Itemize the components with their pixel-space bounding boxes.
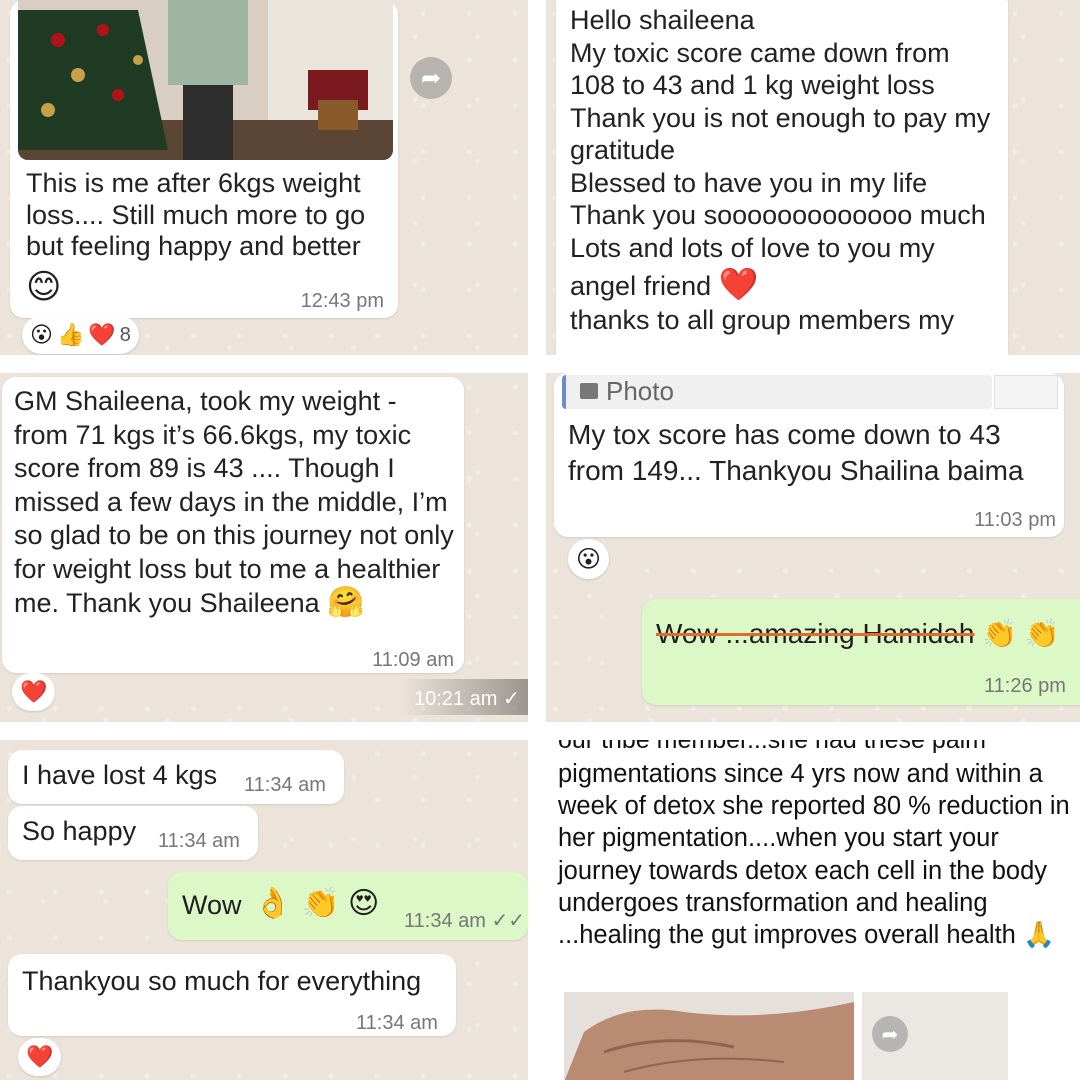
christmas-photo: [18, 0, 393, 160]
reaction-bar[interactable]: ❤️: [18, 1038, 62, 1076]
message-time: 11:09 am: [372, 649, 454, 671]
message-text: Thankyou so much for everything: [22, 966, 422, 996]
surprised-reaction-icon: 😮: [30, 322, 53, 347]
thumbs-up-reaction-icon: 👍: [56, 322, 85, 347]
message-time: 12:43 pm: [300, 290, 384, 312]
clapping-emoji-icon: 👏 👏: [982, 618, 1060, 649]
photo-caption: This is me after 6kgs weight loss.... St…: [26, 168, 366, 261]
hug-emoji-icon: 🤗: [327, 586, 365, 619]
smiley-emoji: 😊: [26, 268, 62, 306]
message-time: 11:34 am: [356, 1012, 438, 1034]
text-line: My toxic score came down from: [570, 37, 950, 68]
outgoing-reply-bubble[interactable]: Wow ...amazing Hamidah 👏 👏 11:26 pm: [642, 599, 1080, 705]
sent-status-bar: 10:21 am ✓: [400, 679, 528, 715]
reaction-bar[interactable]: 😮 👍 ❤️ 8: [22, 316, 139, 354]
weight-message-text: GM Shaileena, took my weight - from 71 k…: [14, 385, 454, 621]
panel-bottom-left: I have lost 4 kgs 11:34 am So happy 11:3…: [0, 740, 528, 1080]
text-line: 108 to 43 and 1 kg weight loss: [570, 70, 935, 100]
panel-top-left: This is me after 6kgs weight loss.... St…: [0, 0, 528, 355]
weight-message-bubble[interactable]: GM Shaileena, took my weight - from 71 k…: [2, 377, 464, 673]
palm-photo[interactable]: [564, 992, 854, 1080]
heart-reaction-icon: ❤️: [20, 679, 48, 704]
forward-arrow-icon[interactable]: ➦: [872, 1016, 908, 1052]
cut-off-text-line: our tribe member...she had these palm: [558, 740, 987, 754]
panel-top-right: Hello shaileena My toxic score came down…: [546, 0, 1080, 355]
clapping-emoji-icon: 👏: [302, 887, 340, 920]
text-line: Thank you sooooooooooooo much: [570, 200, 986, 230]
palm-photo-image: [564, 992, 854, 1080]
message-time: 11:26 pm: [984, 675, 1066, 697]
text-line: gratitude: [570, 135, 676, 165]
surprised-reaction-icon: 😮: [576, 545, 602, 573]
message-text: Wow: [182, 890, 242, 920]
reply-thumbnail[interactable]: [994, 375, 1058, 409]
message-text: I have lost 4 kgs: [22, 760, 218, 790]
reply-quote[interactable]: Photo: [562, 375, 992, 409]
text-line: thanks to all group members my: [570, 305, 955, 335]
panel-bottom-right: our tribe member...she had these palm pi…: [546, 740, 1080, 1080]
panel-middle-right: Photo My tox score has come down to 43 f…: [546, 373, 1080, 722]
panel-middle-left: GM Shaileena, took my weight - from 71 k…: [0, 373, 528, 722]
text-line: Hello shaileena: [570, 5, 755, 35]
heart-reaction-icon: ❤️: [88, 322, 116, 347]
tox-score-message-bubble[interactable]: Photo My tox score has come down to 43 f…: [554, 373, 1064, 537]
gratitude-text: Hello shaileena My toxic score came down…: [570, 4, 990, 337]
message-time: 11:34 am: [158, 830, 240, 852]
outgoing-message-bubble[interactable]: Wow 👌 👏 😍 11:34 am ✓✓: [168, 872, 528, 940]
message-text: GM Shaileena, took my weight - from 71 k…: [14, 386, 454, 618]
tox-score-text: My tox score has come down to 43 from 14…: [568, 419, 1024, 486]
reply-label: Photo: [606, 376, 674, 406]
reaction-bar[interactable]: 😮: [568, 539, 610, 579]
outgoing-reply-text: Wow ...amazing Hamidah 👏 👏: [656, 617, 1060, 650]
message-time: 11:03 pm: [974, 509, 1056, 531]
pigmentation-text: pigmentations since 4 yrs now and within…: [558, 758, 1078, 951]
photo-thumbnail[interactable]: [18, 0, 393, 160]
message-text: Wow ...amazing Hamidah: [656, 618, 975, 649]
gratitude-message-bubble[interactable]: Hello shaileena My toxic score came down…: [556, 0, 1008, 355]
text-line: angel friend: [570, 271, 712, 301]
incoming-message-bubble[interactable]: I have lost 4 kgs 11:34 am: [8, 750, 344, 804]
pray-emoji-icon: 🙏: [1022, 921, 1055, 950]
ok-hand-emoji-icon: 👌: [254, 887, 292, 920]
text-line: Blessed to have you in my life: [570, 167, 928, 198]
reaction-bar[interactable]: ❤️: [12, 673, 56, 711]
message-text: pigmentations since 4 yrs now and within…: [558, 760, 1070, 950]
message-time: 11:34 am ✓✓: [404, 910, 525, 932]
text-line: Lots and lots of love to you my: [570, 232, 935, 263]
photo-icon: [580, 383, 598, 399]
text-line-with-heart: angel friend ❤️: [570, 264, 990, 304]
heart-eyes-emoji-icon: 😍: [348, 887, 380, 920]
text-line: Thank you is not enough to pay my: [570, 102, 991, 133]
photo-message-bubble[interactable]: This is me after 6kgs weight loss.... St…: [10, 0, 398, 318]
heart-reaction-icon: ❤️: [26, 1044, 54, 1069]
message-text: So happy: [22, 816, 137, 846]
palm-photo-2[interactable]: ➦: [862, 992, 1008, 1080]
incoming-message-bubble[interactable]: So happy 11:34 am: [8, 806, 258, 860]
reaction-count: 8: [119, 323, 131, 346]
incoming-message-bubble[interactable]: Thankyou so much for everything 11:34 am: [8, 954, 456, 1036]
heart-icon: ❤️: [718, 266, 759, 302]
sent-time: 10:21 am ✓: [414, 688, 520, 710]
message-time: 11:34 am: [244, 774, 326, 796]
forward-arrow-icon[interactable]: ➦: [410, 57, 452, 99]
